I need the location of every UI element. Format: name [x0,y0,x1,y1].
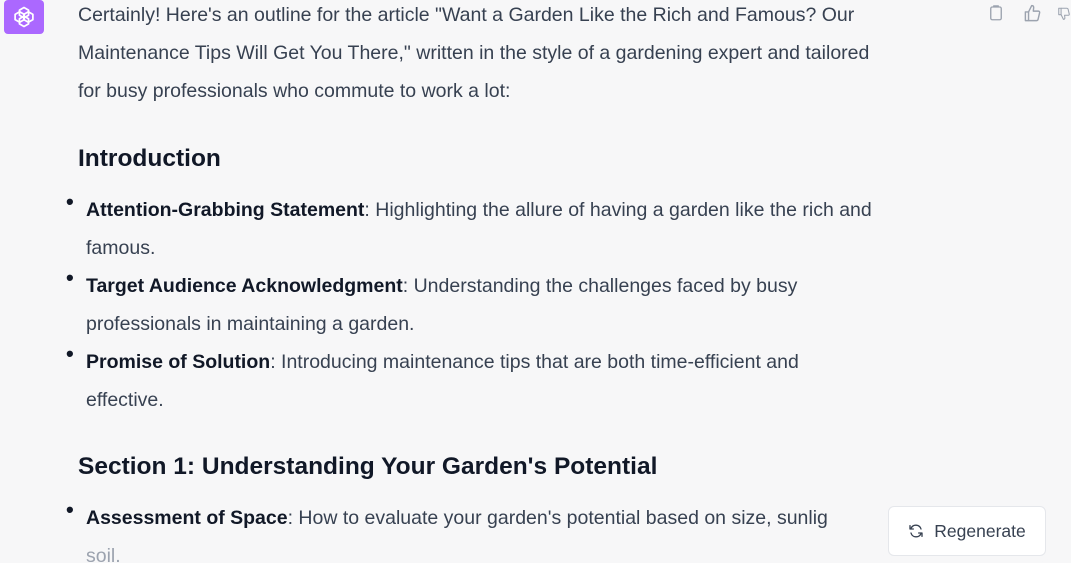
intro-line-1: Certainly! Here's an outline for the art… [78,4,855,26]
list-item-title: Promise of Solution [86,351,271,373]
list-item-text-cont: famous. [86,237,156,259]
list-item: • Promise of Solution: Introducing maint… [66,341,958,419]
list-item: • Assessment of Space: How to evaluate y… [66,497,958,563]
bullet: • [66,265,74,290]
list-item-text-cont: effective. [86,389,164,411]
list-item-text: : Introducing maintenance tips that are … [270,351,799,373]
bullet: • [66,341,74,366]
intro-line-3: for busy professionals who commute to wo… [78,80,511,102]
assistant-message: Certainly! Here's an outline for the art… [66,0,958,563]
assistant-avatar [4,0,44,34]
list-item-text-cont: professionals in maintaining a garden. [86,313,415,335]
thumbs-up-icon [1024,4,1040,21]
list-item: • Attention-Grabbing Statement: Highligh… [66,189,958,267]
list-item: • Target Audience Acknowledgment: Unders… [66,265,958,343]
refresh-icon [909,524,923,538]
section-1-list: • Assessment of Space: How to evaluate y… [66,497,958,563]
intro-line-2: Maintenance Tips Will Get You There," wr… [78,42,870,64]
list-item-text: : How to evaluate your garden's potentia… [287,507,828,529]
section-heading-introduction: Introduction [78,145,221,172]
list-item-text: : Understanding the challenges faced by … [402,275,798,297]
thumbs-down-button[interactable] [1057,2,1071,24]
regenerate-button[interactable]: Regenerate [888,506,1046,556]
section-heading-section-1: Section 1: Understanding Your Garden's P… [78,453,658,480]
thumbs-down-icon [1058,7,1070,20]
bullet: • [66,189,74,214]
bullet: • [66,497,74,522]
list-item-title: Assessment of Space [86,507,288,529]
copy-button[interactable] [985,2,1007,24]
openai-logo-icon [14,6,34,28]
list-item-title: Target Audience Acknowledgment [86,275,403,297]
regenerate-label: Regenerate [934,520,1026,541]
list-item-text: : Highlighting the allure of having a ga… [364,199,872,221]
thumbs-up-button[interactable] [1021,2,1043,24]
introduction-list: • Attention-Grabbing Statement: Highligh… [66,189,958,419]
list-item-title: Attention-Grabbing Statement [86,199,365,221]
message-intro: Certainly! Here's an outline for the art… [78,0,958,110]
clipboard-icon [990,5,1002,21]
list-item-text-cont: soil. [86,545,121,563]
message-actions [985,2,1071,24]
